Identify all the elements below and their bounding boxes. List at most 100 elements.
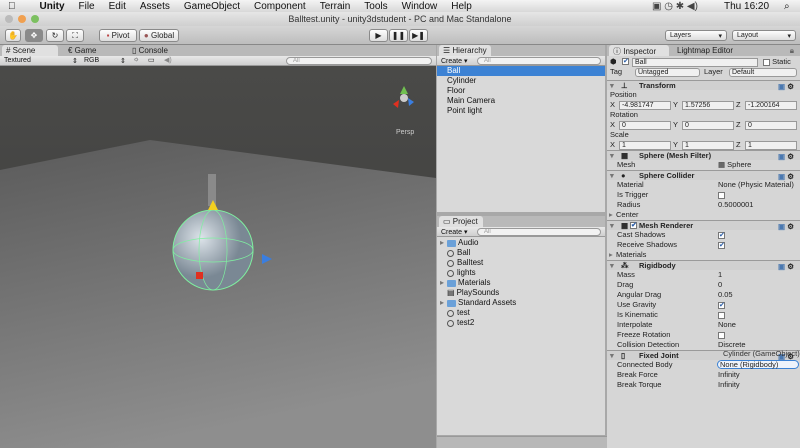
radius-field[interactable]: 0.5000001 [718, 200, 753, 210]
minimize-window-button[interactable] [18, 15, 26, 23]
drag-field[interactable]: 0 [718, 280, 722, 290]
layer-dropdown[interactable]: Default [729, 68, 797, 77]
tab-hierarchy[interactable]: ☰ Hierarchy [439, 45, 491, 56]
menu-help[interactable]: Help [451, 1, 472, 12]
tag-dropdown[interactable]: Untagged [635, 68, 700, 77]
menu-assets[interactable]: Assets [140, 1, 170, 12]
sphere-collider-header[interactable]: ▾ ● Sphere Collider ▣ ⚙ [607, 170, 800, 181]
object-name-field[interactable]: Ball [632, 58, 758, 67]
component-menu[interactable]: ▣ ⚙ [778, 82, 796, 91]
move-tool-button[interactable]: ✥ [25, 29, 43, 42]
tab-console[interactable]: ▯ Console [128, 45, 172, 56]
rotation-y-field[interactable]: 0 [682, 121, 734, 130]
mesh-renderer-header[interactable]: ▾ ▦ ✔ Mesh Renderer ▣ ⚙ [607, 220, 800, 231]
tab-scene[interactable]: # Scene [2, 45, 58, 56]
foldout-arrow-icon[interactable]: ▸ [609, 210, 613, 220]
layout-dropdown[interactable]: Layout ▾ [732, 30, 796, 41]
menu-edit[interactable]: Edit [109, 1, 126, 12]
tab-game[interactable]: € Game [64, 45, 100, 56]
static-checkbox[interactable]: Static [763, 57, 791, 67]
position-z-field[interactable]: -1.200164 [745, 101, 797, 110]
x-axis-handle[interactable] [196, 272, 203, 279]
scale-y-field[interactable]: 1 [682, 141, 734, 150]
material-field[interactable]: None (Physic Material) [718, 180, 794, 190]
rotation-x-field[interactable]: 0 [619, 121, 671, 130]
is-trigger-checkbox[interactable] [718, 190, 725, 200]
scale-tool-button[interactable]: ⛶ [66, 29, 84, 42]
tab-lightmap-editor[interactable]: Lightmap Editor [673, 45, 737, 56]
hierarchy-search-input[interactable]: All [477, 57, 601, 65]
scale-z-field[interactable]: 1 [745, 141, 797, 150]
pivot-toggle[interactable]: ▪ Pivot [99, 29, 137, 42]
mesh-filter-header[interactable]: ▾ ▦ Sphere (Mesh Filter) ▣ ⚙ [607, 150, 800, 161]
foldout-arrow-icon[interactable]: ▸ [609, 250, 613, 260]
hierarchy-item-cylinder[interactable]: Cylinder [437, 76, 605, 86]
component-menu[interactable]: ▣ ⚙ [778, 152, 796, 161]
component-menu[interactable]: ▣ ⚙ [778, 262, 796, 271]
center-row[interactable]: ▸ Center [607, 210, 800, 220]
project-item-balltest[interactable]: Balltest [437, 258, 605, 268]
spotlight-icon[interactable]: ⌕ [784, 1, 790, 12]
rotate-tool-button[interactable]: ↻ [46, 29, 64, 42]
freeze-rotation-checkbox[interactable] [718, 330, 725, 340]
project-item-lights[interactable]: lights [437, 268, 605, 278]
expand-arrow-icon[interactable]: ▸ [437, 238, 447, 248]
project-search-input[interactable]: All [477, 228, 601, 236]
layers-dropdown[interactable]: Layers ▾ [665, 30, 727, 41]
persp-label[interactable]: Persp [396, 129, 414, 136]
cast-shadows-checkbox[interactable]: ✔ [718, 230, 725, 240]
interpolate-field[interactable]: None [718, 320, 736, 330]
project-item-playsounds[interactable]: ▤ PlaySounds [437, 288, 605, 298]
tab-inspector[interactable]: ⓘ Inspector [609, 45, 669, 56]
menu-gameobject[interactable]: GameObject [184, 1, 240, 12]
pause-button[interactable]: ❚❚ [389, 29, 408, 42]
project-create-button[interactable]: Create ▾ [441, 228, 467, 236]
hierarchy-item-ball[interactable]: Ball [437, 66, 605, 76]
menu-tools[interactable]: Tools [364, 1, 387, 12]
receive-shadows-checkbox[interactable]: ✔ [718, 240, 725, 250]
break-force-field[interactable]: Infinity [718, 370, 740, 380]
channel-dropdown[interactable]: RGB [84, 57, 99, 64]
cylinder-object[interactable] [208, 174, 216, 206]
position-x-field[interactable]: -4.981747 [619, 101, 671, 110]
connected-body-field[interactable]: None (Rigidbody) [717, 360, 799, 369]
position-y-field[interactable]: 1.57256 [682, 101, 734, 110]
scene-search-input[interactable]: All [286, 57, 432, 65]
component-menu[interactable]: ▣ ⚙ [778, 172, 796, 181]
scale-x-field[interactable]: 1 [619, 141, 671, 150]
step-button[interactable]: ▶❚ [409, 29, 428, 42]
enabled-checkbox[interactable]: ✔ [630, 222, 637, 229]
image-toggle-icon[interactable]: ▭ [148, 56, 155, 64]
render-mode-dropdown[interactable]: Textured [4, 57, 31, 64]
rotation-z-field[interactable]: 0 [745, 121, 797, 130]
mesh-field[interactable]: ▦ Sphere [718, 160, 751, 170]
lighting-toggle-icon[interactable]: ☼ [133, 56, 139, 63]
component-menu[interactable]: ▣ ⚙ [778, 222, 796, 231]
project-item-ball[interactable]: Ball [437, 248, 605, 258]
global-toggle[interactable]: ● Global [139, 29, 179, 42]
expand-arrow-icon[interactable]: ▸ [437, 298, 447, 308]
audio-toggle-icon[interactable]: ◀) [164, 56, 172, 64]
angular-drag-field[interactable]: 0.05 [718, 290, 733, 300]
mass-field[interactable]: 1 [718, 270, 722, 280]
hierarchy-item-point-light[interactable]: Point light [437, 106, 605, 116]
hierarchy-create-button[interactable]: Create ▾ [441, 57, 467, 65]
materials-row[interactable]: ▸ Materials [607, 250, 800, 260]
active-checkbox[interactable]: ✔ [622, 58, 629, 65]
menu-unity[interactable]: Unity [40, 1, 65, 12]
play-button[interactable]: ▶ [369, 29, 388, 42]
scene-viewport[interactable]: Persp [0, 66, 436, 448]
close-window-button[interactable] [5, 15, 13, 23]
project-item-test2[interactable]: test2 [437, 318, 605, 328]
expand-arrow-icon[interactable]: ▸ [437, 278, 447, 288]
break-torque-field[interactable]: Infinity [718, 380, 740, 390]
rigidbody-header[interactable]: ▾ ⁂ Rigidbody ▣ ⚙ [607, 260, 800, 271]
fixed-joint-header[interactable]: ▾ ▯ Fixed Joint ▣ ⚙ Cylinder (GameObject) [607, 349, 800, 361]
hand-tool-button[interactable]: ✋ [5, 29, 21, 42]
project-item-audio[interactable]: ▸ Audio [437, 238, 605, 248]
hierarchy-item-floor[interactable]: Floor [437, 86, 605, 96]
apple-icon[interactable]:  [8, 1, 16, 12]
project-item-materials[interactable]: ▸ Materials [437, 278, 605, 288]
is-kinematic-checkbox[interactable] [718, 310, 725, 320]
transform-header[interactable]: ▾ ⊥ Transform ▣ ⚙ [607, 80, 800, 91]
